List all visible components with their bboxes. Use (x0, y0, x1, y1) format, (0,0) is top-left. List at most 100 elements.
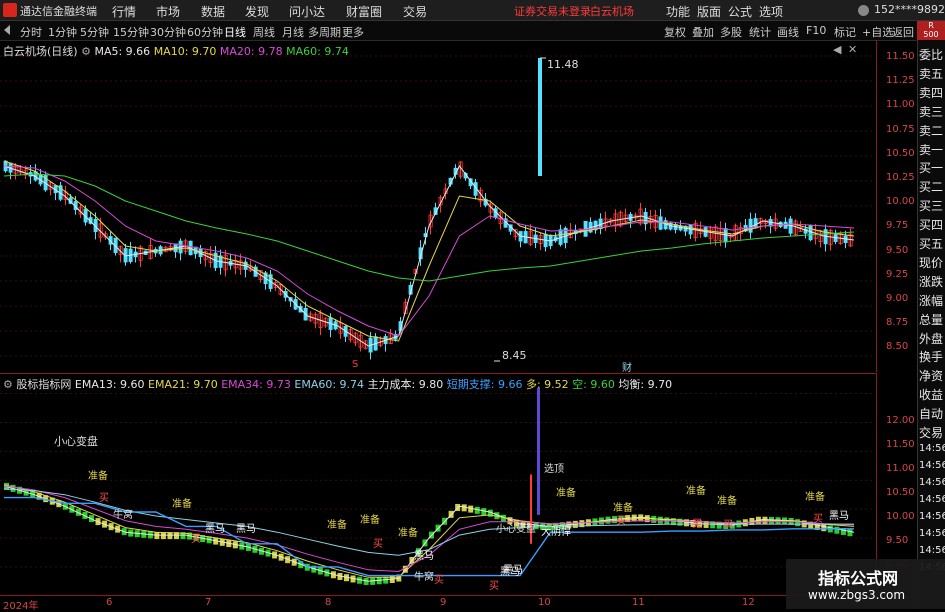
signal-label[interactable]: 买 (692, 515, 702, 530)
close-icon[interactable]: ✕ (848, 43, 857, 56)
signal-label[interactable]: 黑马 (236, 520, 256, 535)
side-panel-item[interactable]: 卖一 (919, 141, 943, 158)
user-account[interactable]: 152****9892 (874, 3, 945, 16)
period-tab-5[interactable]: 60分钟 (187, 24, 223, 40)
signal-label[interactable]: 准备 (717, 492, 737, 507)
side-panel-item[interactable]: 卖三 (919, 103, 943, 120)
spike-candle[interactable] (538, 58, 542, 176)
settings-gear-icon[interactable]: ⚙ (81, 45, 91, 58)
side-panel-item[interactable]: 收益 (919, 386, 943, 403)
event-marker-finance[interactable]: 财 (622, 359, 632, 374)
period-tab-3[interactable]: 15分钟 (113, 24, 149, 40)
side-panel-item[interactable]: 买一 (919, 159, 943, 176)
signal-label[interactable]: 买 (489, 577, 499, 592)
period-tab-0[interactable]: 分时 (20, 24, 42, 40)
side-panel-item[interactable]: 涨幅 (919, 292, 943, 309)
menu-item-options[interactable]: 选项 (759, 3, 783, 20)
signal-label[interactable]: 买 (723, 516, 733, 531)
signal-label[interactable]: 黑马 (829, 507, 849, 522)
menu-item-data[interactable]: 数据 (201, 3, 225, 20)
trade-login-status[interactable]: 证券交易未登录 (514, 3, 591, 19)
side-panel-item[interactable]: 14:56 (919, 477, 945, 488)
signal-label[interactable]: 准备 (686, 482, 706, 497)
toolbar-tool-6[interactable]: 标记 (834, 24, 856, 40)
side-panel-item[interactable]: 外盘 (919, 330, 943, 347)
signal-label[interactable]: 黑马 (205, 520, 225, 535)
signal-label[interactable]: 黑马 (414, 547, 434, 562)
indicator-chart-canvas[interactable] (0, 374, 876, 596)
event-marker-s[interactable]: S (352, 359, 358, 370)
side-panel-item[interactable]: 卖二 (919, 122, 943, 139)
period-tab-10[interactable]: 更多 (342, 24, 364, 40)
signal-label[interactable]: 准备 (360, 511, 380, 526)
side-panel-item[interactable]: 14:56 (919, 528, 945, 539)
signal-label[interactable]: 小心变盘 (496, 520, 536, 535)
side-panel-item[interactable]: 卖五 (919, 65, 943, 82)
menu-item-market[interactable]: 市场 (156, 3, 180, 20)
side-panel-item[interactable]: 14:56 (919, 443, 945, 454)
menu-item-layout[interactable]: 版面 (697, 3, 721, 20)
toolbar-tool-0[interactable]: 复权 (664, 24, 686, 40)
period-tab-7[interactable]: 周线 (253, 24, 275, 40)
signal-label[interactable]: 买 (813, 510, 823, 525)
toolbar-tool-2[interactable]: 多股 (720, 24, 742, 40)
side-panel-item[interactable]: 总量 (919, 311, 943, 328)
side-panel-item[interactable]: 涨跌 (919, 273, 943, 290)
side-panel-item[interactable]: 交易 (919, 424, 943, 441)
signal-label[interactable]: 准备 (327, 516, 347, 531)
side-panel-item[interactable]: 买五 (919, 235, 943, 252)
menu-item-discover[interactable]: 发现 (245, 3, 269, 20)
signal-label[interactable]: 牛窝 (414, 568, 434, 583)
toolbar-tool-1[interactable]: 叠加 (692, 24, 714, 40)
signal-label[interactable]: 选顶 (544, 460, 564, 475)
toolbar-tool-3[interactable]: 统计 (749, 24, 771, 40)
level2-badge[interactable]: R 500 (917, 21, 945, 40)
main-chart-canvas[interactable] (0, 40, 876, 372)
menu-item-trade[interactable]: 交易 (403, 3, 427, 20)
signal-label[interactable]: 准备 (172, 495, 192, 510)
period-tab-9[interactable]: 多周期 (308, 24, 341, 40)
side-panel-item[interactable]: 14:56 (919, 545, 945, 556)
signal-label[interactable]: 准备 (398, 524, 418, 539)
toolbar-tool-7[interactable]: +自选 (862, 24, 893, 40)
period-tab-8[interactable]: 月线 (282, 24, 304, 40)
indicator-settings-icon[interactable]: ⚙ (3, 378, 13, 391)
side-panel-item[interactable]: 买三 (919, 197, 943, 214)
toolbar-tool-4[interactable]: 画线 (777, 24, 799, 40)
side-panel-item[interactable]: 现价 (919, 254, 943, 271)
period-tab-4[interactable]: 30分钟 (150, 24, 186, 40)
signal-label[interactable]: 牛窝 (113, 506, 133, 521)
side-panel-item[interactable]: 卖四 (919, 84, 943, 101)
signal-label[interactable]: 买 (616, 512, 626, 527)
collapse-icon[interactable]: ◀ (833, 43, 841, 56)
signal-label[interactable]: 黑马 (500, 563, 520, 578)
side-panel-item[interactable]: 14:56 (919, 494, 945, 505)
side-panel-item[interactable]: 买四 (919, 216, 943, 233)
signal-label[interactable]: 买 (434, 571, 444, 586)
menu-item-quotes[interactable]: 行情 (112, 3, 136, 20)
menu-item-formula[interactable]: 公式 (728, 3, 752, 20)
signal-label[interactable]: 大阴悍 (541, 523, 571, 538)
toolbar-tool-5[interactable]: F10 (806, 24, 826, 37)
signal-label[interactable]: 准备 (805, 488, 825, 503)
prev-arrow-icon[interactable] (4, 25, 10, 35)
side-panel-item[interactable]: 买二 (919, 178, 943, 195)
menu-item-wealth[interactable]: 财富圈 (346, 3, 382, 20)
signal-label[interactable]: 买 (191, 530, 201, 545)
signal-label[interactable]: 准备 (88, 467, 108, 482)
side-panel-item[interactable]: 14:56 (919, 511, 945, 522)
side-panel-item[interactable]: 委比 (919, 46, 943, 63)
side-panel-item[interactable]: 换手 (919, 348, 943, 365)
menu-item-function[interactable]: 功能 (666, 3, 690, 20)
period-tab-1[interactable]: 1分钟 (48, 24, 77, 40)
side-panel-item[interactable]: 14:56 (919, 460, 945, 471)
period-tab-2[interactable]: 5分钟 (80, 24, 109, 40)
signal-label[interactable]: 买 (99, 489, 109, 504)
indicator-chart[interactable] (0, 373, 877, 596)
side-panel-item[interactable]: 自动 (919, 405, 943, 422)
side-panel-item[interactable]: 净资 (919, 367, 943, 384)
toolbar-tool-8[interactable]: 返回 (892, 24, 914, 40)
main-kline-chart[interactable] (0, 40, 877, 372)
menu-item-ask[interactable]: 问小达 (289, 3, 325, 20)
candle-body[interactable] (748, 218, 753, 233)
